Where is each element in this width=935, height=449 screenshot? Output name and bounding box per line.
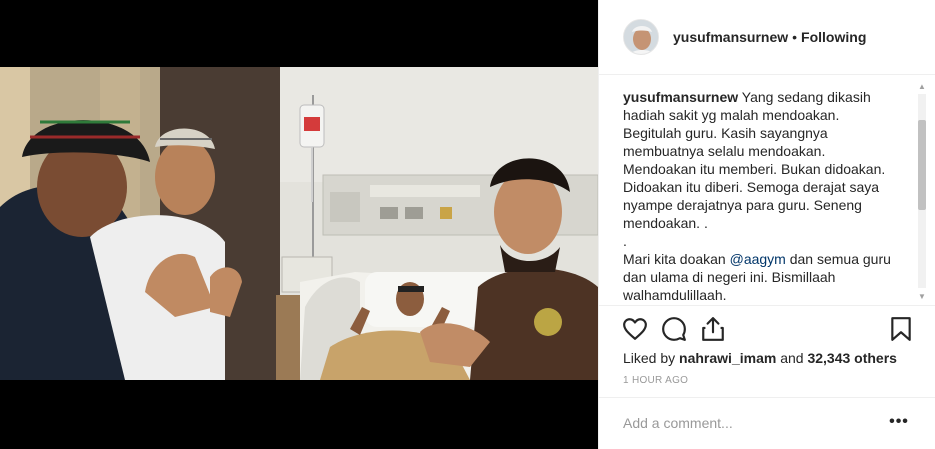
caption-text: walhamdulillaah.	[623, 287, 727, 302]
comment-bar: •••	[599, 397, 935, 449]
caption-line: dan ulama di negeri ini. Bismillaah	[623, 268, 915, 286]
scrollbar-thumb[interactable]	[918, 120, 926, 210]
caption-line: Mendoakan itu memberi. Bukan didoakan.	[623, 160, 915, 178]
profile-avatar[interactable]	[623, 19, 659, 55]
likes-summary: Liked by nahrawi_imam and 32,343 others	[623, 350, 897, 366]
caption-line: Didoakan itu diberi. Semoga derajat saya	[623, 178, 915, 196]
instagram-post-modal: yusufmansurnew • Following yusufmansurne…	[0, 0, 935, 449]
caption-line: mendoakan. .	[623, 214, 915, 232]
post-side-panel: yusufmansurnew • Following yusufmansurne…	[598, 0, 935, 449]
caption-text: Didoakan itu diberi. Semoga derajat saya	[623, 179, 880, 195]
following-button[interactable]: Following	[801, 29, 866, 45]
caption-text: dan semua guru	[785, 251, 891, 267]
caption-username[interactable]: yusufmansurnew	[623, 89, 738, 105]
share-icon[interactable]	[700, 316, 726, 342]
caption-text: Yang sedang dikasih	[738, 89, 871, 105]
liked-by-user[interactable]: nahrawi_imam	[679, 350, 776, 366]
likes-and: and	[776, 350, 808, 366]
comment-icon[interactable]	[661, 316, 687, 342]
caption-line: hadiah sakit yg malah mendoakan.	[623, 106, 915, 124]
heart-icon[interactable]	[622, 316, 648, 342]
liked-by-prefix: Liked by	[623, 350, 680, 366]
caption-line: nyampe derajatnya para guru. Seneng	[623, 196, 915, 214]
caption-text: membuatnya selalu mendoakan.	[623, 143, 826, 159]
separator-dot: •	[792, 29, 798, 45]
avatar-image	[624, 20, 658, 54]
more-options-icon[interactable]: •••	[887, 413, 911, 433]
header-username[interactable]: yusufmansurnew	[673, 29, 788, 45]
likes-count[interactable]: 32,343 others	[807, 350, 897, 366]
comment-input[interactable]	[623, 412, 873, 434]
caption-text: dan ulama di negeri ini. Bismillaah	[623, 269, 836, 285]
caption-line: walhamdulillaah.	[623, 286, 915, 302]
caption-line: Mari kita doakan @aagym dan semua guru	[623, 250, 915, 268]
caption-line: yusufmansurnew Yang sedang dikasih	[623, 88, 915, 106]
bookmark-icon[interactable]	[888, 316, 914, 342]
caption-line: membuatnya selalu mendoakan.	[623, 142, 915, 160]
caption-text: hadiah sakit yg malah mendoakan.	[623, 107, 840, 123]
scroll-down-icon[interactable]: ▼	[916, 290, 928, 302]
hospital-prayer-image	[0, 67, 598, 380]
header-text: yusufmansurnew • Following	[673, 29, 866, 45]
caption-text: Mari kita doakan	[623, 251, 730, 267]
caption: yusufmansurnew Yang sedang dikasih hadiah…	[623, 88, 915, 302]
scroll-up-icon[interactable]: ▲	[916, 80, 928, 92]
caption-text: nyampe derajatnya para guru. Seneng	[623, 197, 862, 213]
action-bar	[599, 305, 935, 350]
post-header: yusufmansurnew • Following	[599, 0, 935, 75]
caption-text: Mendoakan itu memberi. Bukan didoakan.	[623, 161, 886, 177]
post-media-area	[0, 0, 598, 449]
caption-line: .	[623, 232, 915, 250]
caption-text: Begitulah guru. Kasih sayangnya	[623, 125, 828, 141]
caption-text: .	[623, 233, 627, 249]
post-photo[interactable]	[0, 67, 598, 380]
mention-link[interactable]: @aagym	[730, 251, 786, 267]
caption-line: Begitulah guru. Kasih sayangnya	[623, 124, 915, 142]
post-timestamp[interactable]: 1 HOUR AGO	[623, 375, 688, 386]
caption-scrollbar[interactable]: ▲ ▼	[916, 80, 928, 302]
caption-text: mendoakan. .	[623, 215, 708, 231]
